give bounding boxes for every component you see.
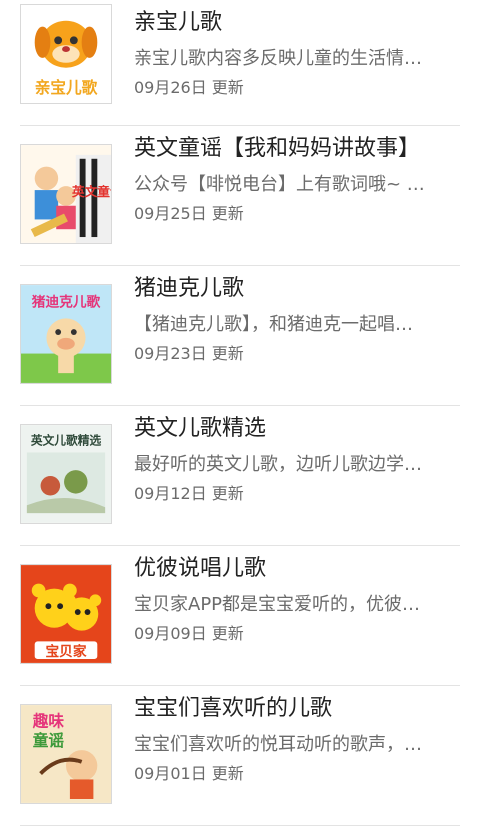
thumb-text: 亲宝儿歌 (35, 78, 98, 97)
storybook-illustration-icon: 英文儿歌精选 (20, 424, 112, 524)
item-date: 09月09日 更新 (134, 624, 244, 643)
list-item[interactable]: 英文童谣 英文童谣【我和妈妈讲故事】 公众号【啡悦电台】上有歌词哦~ … 09月… (20, 126, 460, 266)
item-title: 猪迪克儿歌 (134, 276, 245, 301)
item-title: 英文儿歌精选 (134, 416, 267, 441)
item-description: 【猪迪克儿歌】，和猪迪克一起唱… (134, 314, 413, 335)
thumb-text: 英文童谣 (71, 184, 111, 199)
thumb-text: 猪迪克儿歌 (32, 294, 101, 311)
cartoon-bears-icon: 宝贝家 (20, 564, 112, 664)
cartoon-pig-icon: 猪迪克儿歌 (20, 284, 112, 384)
item-description: 公众号【啡悦电台】上有歌词哦~ … (134, 174, 425, 195)
item-description: 亲宝儿歌内容多反映儿童的生活情… (134, 48, 422, 69)
item-date: 09月23日 更新 (134, 344, 244, 363)
list-item[interactable]: 猪迪克儿歌 猪迪克儿歌 【猪迪克儿歌】，和猪迪克一起唱… 09月23日 更新 (20, 266, 460, 406)
item-title: 亲宝儿歌 (134, 10, 223, 35)
item-description: 宝贝家APP都是宝宝爱听的，优彼… (134, 594, 421, 615)
item-date: 09月25日 更新 (134, 204, 244, 223)
list-item[interactable]: 趣味 童谣 宝宝们喜欢听的儿歌 宝宝们喜欢听的悦耳动听的歌声，… 09月01日 … (20, 686, 460, 826)
svg-text:童谣: 童谣 (33, 731, 65, 750)
list-item[interactable]: 英文儿歌精选 英文儿歌精选 最好听的英文儿歌，边听儿歌边学… 09月12日 更新 (20, 406, 460, 546)
item-date: 09月26日 更新 (134, 78, 244, 97)
list-item[interactable]: 亲宝儿歌 亲宝儿歌 亲宝儿歌内容多反映儿童的生活情… 09月26日 更新 (20, 0, 460, 126)
album-list: 亲宝儿歌 亲宝儿歌 亲宝儿歌内容多反映儿童的生活情… 09月26日 更新 英文童… (0, 0, 480, 826)
item-description: 宝宝们喜欢听的悦耳动听的歌声，… (134, 734, 422, 755)
item-date: 09月12日 更新 (134, 484, 244, 503)
item-title: 英文童谣【我和妈妈讲故事】 (134, 136, 421, 161)
thumb-text: 宝贝家 (45, 643, 86, 660)
item-description: 最好听的英文儿歌，边听儿歌边学… (134, 454, 422, 475)
music-kids-icon: 英文童谣 (20, 144, 112, 244)
cartoon-dog-icon: 亲宝儿歌 (20, 4, 112, 104)
cartoon-kid-icon: 趣味 童谣 (20, 704, 112, 804)
item-title: 优彼说唱儿歌 (134, 556, 267, 581)
item-date: 09月01日 更新 (134, 764, 244, 783)
item-title: 宝宝们喜欢听的儿歌 (134, 696, 333, 721)
svg-text:趣味: 趣味 (32, 712, 65, 731)
list-item[interactable]: 宝贝家 优彼说唱儿歌 宝贝家APP都是宝宝爱听的，优彼… 09月09日 更新 (20, 546, 460, 686)
thumb-text: 英文儿歌精选 (30, 434, 102, 448)
